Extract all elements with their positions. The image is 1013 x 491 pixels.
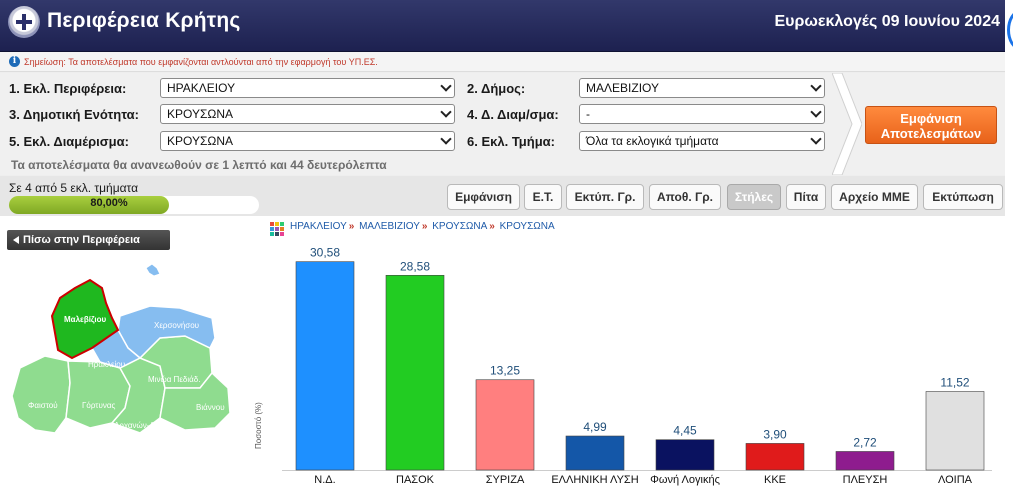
filter-label-district: 4. Δ. Διαμ/σμα: [467,107,559,122]
category-label: Φωνή Λογικής [650,474,720,486]
bar-3[interactable] [565,435,625,471]
bar-value-label: 13,25 [490,364,520,378]
chevron-down-icon [810,133,822,145]
municipal-unit-select[interactable]: ΚΡΟΥΣΩΝΑ [160,104,455,124]
district-select[interactable]: - [579,104,825,124]
back-arrow-icon [13,236,19,244]
breadcrumb: ΗΡΑΚΛΕΙΟΥ» ΜΑΛΕΒΙΖΙΟΥ» ΚΡΟΥΣΩΝΑ» ΚΡΟΥΣΩΝ… [290,221,555,232]
map-label-malevizioy: Μαλεβίζιου [64,315,107,324]
chevron-down-icon [440,80,452,92]
bar-value-label: 3,90 [763,427,787,441]
category-label: ΠΛΕΥΣΗ [843,474,888,486]
show-results-line2: Αποτελεσμάτων [880,126,982,141]
bar-4[interactable] [655,439,715,471]
filter-label-station: 6. Εκλ. Τμήμα: [467,134,555,149]
refresh-countdown: Τα αποτελέσματα θα ανανεωθούν σε 1 λεπτό… [11,158,387,172]
district-select-value: - [586,107,590,121]
municipality-select[interactable]: ΜΑΛΕΒΙΖΙΟΥ [579,78,825,98]
filter-label-municipality: 2. Δήμος: [467,81,526,96]
category-label: ΚΚΕ [764,474,786,486]
category-label: ΛΟΙΠΑ [938,474,973,486]
tab-show[interactable]: Εμφάνιση [447,184,520,210]
breadcrumb-item[interactable]: ΗΡΑΚΛΕΙΟΥ [290,221,347,232]
breadcrumb-item[interactable]: ΚΡΟΥΣΩΝΑ [432,221,487,232]
arrow-divider [832,73,862,175]
tab-et[interactable]: Ε.Τ. [524,184,562,210]
bar-value-label: 4,99 [583,420,607,434]
bar-0[interactable] [295,261,355,471]
notice-bar: i Σημείωση: Τα αποτελέσματα που εμφανίζο… [0,52,1005,72]
progress-text: Σε 4 από 5 εκλ. τμήματα [9,181,139,195]
map-label-faistou: Φαιστού [28,401,58,410]
page: Περιφέρεια Κρήτης Ευρωεκλογές 09 Ιουνίου… [0,0,1005,491]
chevron-down-icon [440,133,452,145]
emblem-icon [8,6,40,38]
bar-value-label: 11,52 [940,376,969,390]
back-to-region-button[interactable]: Πίσω στην Περιφέρεια [7,230,170,250]
bar-6[interactable] [835,451,895,471]
crete-map: Μαλεβίζιου Χερσονήσου Ηρακλείου Μινώα Πε… [11,263,231,434]
breadcrumb-icon [270,222,284,236]
filter-label-unit: 3. Δημοτική Ενότητα: [9,107,139,122]
tab-print[interactable]: Εκτύπωση [923,184,1003,210]
bar-value-label: 2,72 [853,435,877,449]
election-title: Ευρωεκλογές 09 Ιουνίου 2024 [774,13,1000,30]
breadcrumb-separator: » [421,221,428,232]
electoral-section-select-value: ΚΡΟΥΣΩΝΑ [167,134,234,148]
category-label: ΕΛΛΗΝΙΚΗ ΛΥΣΗ [551,474,638,486]
map-islands [145,263,161,277]
browser-edge-widget [1007,10,1013,50]
tab-media-file[interactable]: Αρχείο ΜΜΕ [831,184,918,210]
municipality-select-value: ΜΑΛΕΒΙΖΙΟΥ [586,81,659,95]
tab-print-chart[interactable]: Εκτύπ. Γρ. [566,184,644,210]
tab-save-chart[interactable]: Αποθ. Γρ. [649,184,721,210]
chevron-down-icon [810,80,822,92]
breadcrumb-item[interactable]: ΜΑΛΕΒΙΖΙΟΥ [359,221,420,232]
breadcrumb-item[interactable]: ΚΡΟΥΣΩΝΑ [500,221,555,232]
breadcrumb-separator: » [489,221,495,232]
chevron-down-icon [810,106,822,118]
breadcrumb-separator: » [348,221,355,232]
category-label: ΣΥΡΙΖΑ [486,474,525,486]
polling-station-select[interactable]: Όλα τα εκλογικά τμήματα [579,131,825,151]
municipal-unit-select-value: ΚΡΟΥΣΩΝΑ [167,107,234,121]
map-region-faistou[interactable] [11,355,71,434]
bar-7[interactable] [925,391,985,471]
page-title: Περιφέρεια Κρήτης [47,9,241,32]
show-results-line1: Εμφάνιση [900,111,962,126]
map-label-gortynas: Γόρτυνας [82,401,115,410]
electoral-section-select[interactable]: ΚΡΟΥΣΩΝΑ [160,131,455,151]
category-label: Ν.Δ. [314,474,335,486]
notice-text: Σημείωση: Τα αποτελέσματα που εμφανίζοντ… [24,57,378,67]
map-label-irakleiou: Ηρακλείου [88,360,125,369]
map-label-minoa: Μινώα Πεδιάδ. [148,375,200,384]
map-label-archanon: Αρχανών-Α [114,421,155,430]
bar-value-label: 4,45 [673,424,697,438]
bar-5[interactable] [745,443,805,471]
back-button-label: Πίσω στην Περιφέρεια [23,234,140,246]
category-label: ΠΑΣΟΚ [396,474,435,486]
header-bar: Περιφέρεια Κρήτης Ευρωεκλογές 09 Ιουνίου… [0,0,1005,52]
map-label-chersonisou: Χερσονήσου [154,321,199,330]
region-select[interactable]: ΗΡΑΚΛΕΙΟΥ [160,78,455,98]
show-results-button[interactable]: Εμφάνιση Αποτελεσμάτων [865,106,997,144]
results-bar-chart: 30,58 Ν.Δ. 28,58 ΠΑΣΟΚ 13,25 ΣΥΡΙΖΑ 4,99 ΕΛΛΗΝΙ… [282,246,992,486]
chevron-down-icon [440,106,452,118]
bar-2[interactable] [475,379,535,471]
bar-value-label: 30,58 [310,246,340,260]
progress-percent: 80,00% [90,197,128,209]
bar-value-label: 28,58 [400,259,430,273]
region-select-value: ΗΡΑΚΛΕΙΟΥ [167,81,236,95]
polling-station-select-value: Όλα τα εκλογικά τμήματα [586,134,719,148]
map-label-viannou: Βιάννου [196,403,225,412]
tab-pie[interactable]: Πίτα [786,184,826,210]
tab-columns[interactable]: Στήλες [727,184,781,210]
filter-label-region: 1. Εκλ. Περιφέρεια: [9,81,127,96]
filter-label-section: 5. Εκλ. Διαμέρισμα: [9,134,129,149]
bar-1[interactable] [385,274,445,471]
info-icon: i [9,56,20,67]
